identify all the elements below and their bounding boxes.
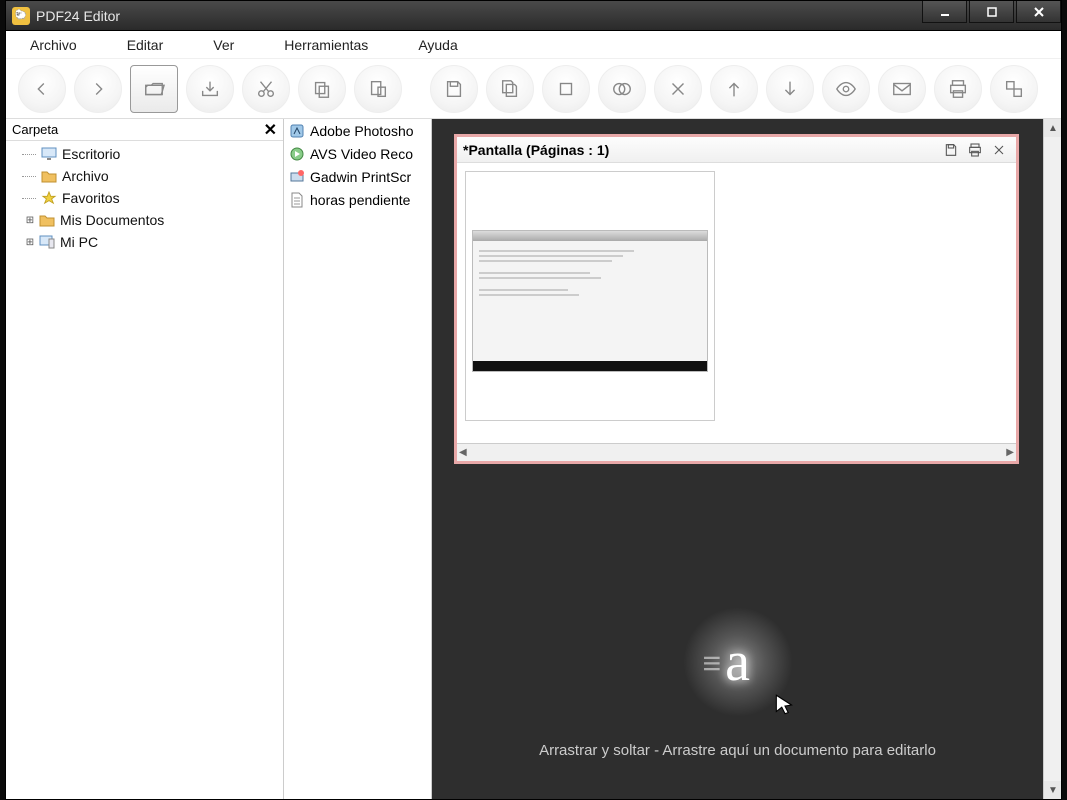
tree-mis-documentos[interactable]: ⊞ Mis Documentos (6, 209, 283, 231)
tree-label: Favoritos (62, 190, 120, 206)
expand-icon[interactable]: ⊞ (24, 215, 36, 226)
forward-button[interactable] (74, 65, 122, 113)
preview-button[interactable] (822, 65, 870, 113)
scroll-up-icon[interactable]: ▲ (1044, 119, 1061, 137)
folder-tree: Escritorio Archivo Favoritos ⊞ Mis Docum… (6, 141, 283, 255)
menu-ayuda[interactable]: Ayuda (404, 35, 471, 55)
print-button[interactable] (934, 65, 982, 113)
file-label: Adobe Photosho (310, 123, 414, 139)
cut-button[interactable] (242, 65, 290, 113)
tree-label: Mi PC (60, 234, 98, 250)
tree-label: Escritorio (62, 146, 120, 162)
doc-print-button[interactable] (964, 140, 986, 160)
toolbar (6, 59, 1061, 119)
doc-close-button[interactable] (988, 140, 1010, 160)
document-window: *Pantalla (Páginas : 1) (454, 134, 1019, 464)
app-icon (288, 145, 306, 163)
delete-button[interactable] (654, 65, 702, 113)
stop-button[interactable] (542, 65, 590, 113)
star-icon (40, 190, 58, 206)
cursor-icon (772, 692, 798, 722)
tray-button[interactable] (186, 65, 234, 113)
menu-ver[interactable]: Ver (199, 35, 248, 55)
file-label: AVS Video Reco (310, 146, 413, 162)
doc-save-button[interactable] (940, 140, 962, 160)
up-button[interactable] (710, 65, 758, 113)
window-title: PDF24 Editor (36, 8, 922, 24)
menu-herramientas[interactable]: Herramientas (270, 35, 382, 55)
open-button[interactable] (130, 65, 178, 113)
sidebar-close-icon[interactable]: ✕ (264, 120, 277, 140)
menubar: Archivo Editar Ver Herramientas Ayuda (6, 31, 1061, 59)
back-button[interactable] (18, 65, 66, 113)
document-icon (288, 191, 306, 209)
sidebar-title: Carpeta (12, 122, 264, 137)
document-body[interactable] (457, 163, 1016, 443)
menu-archivo[interactable]: Archivo (16, 35, 91, 55)
file-item[interactable]: Gadwin PrintScr (284, 165, 431, 188)
file-label: Gadwin PrintScr (310, 169, 411, 185)
vertical-scrollbar[interactable]: ▲ ▼ (1043, 119, 1061, 799)
app-window: 🐑 PDF24 Editor Archivo Editar Ver Herram… (5, 0, 1062, 800)
pc-icon (38, 234, 56, 250)
tree-favoritos[interactable]: Favoritos (6, 187, 283, 209)
document-titlebar: *Pantalla (Páginas : 1) (457, 137, 1016, 163)
drop-zone-text: Arrastrar y soltar - Arrastre aquí un do… (432, 742, 1043, 759)
overlay-button[interactable] (598, 65, 646, 113)
menu-editar[interactable]: Editar (113, 35, 178, 55)
app-icon: 🐑 (12, 7, 30, 25)
folder-sidebar: Carpeta ✕ Escritorio Archivo Favoritos ⊞ (6, 119, 284, 799)
more-button[interactable] (990, 65, 1038, 113)
sidebar-header: Carpeta ✕ (6, 119, 283, 141)
app-icon (288, 168, 306, 186)
folder-icon (40, 168, 58, 184)
file-list: Adobe Photosho AVS Video Reco Gadwin Pri… (284, 119, 432, 799)
page-thumbnail[interactable] (465, 171, 715, 421)
tree-label: Mis Documentos (60, 212, 164, 228)
email-button[interactable] (878, 65, 926, 113)
copy-button[interactable] (298, 65, 346, 113)
tree-label: Archivo (62, 168, 109, 184)
close-button[interactable] (1016, 1, 1061, 23)
document-title: *Pantalla (Páginas : 1) (463, 142, 938, 158)
preview-area[interactable]: ▲ ▼ *Pantalla (Páginas : 1) (432, 119, 1061, 799)
file-item[interactable]: Adobe Photosho (284, 119, 431, 142)
folder-icon (38, 212, 56, 228)
tree-mi-pc[interactable]: ⊞ Mi PC (6, 231, 283, 253)
tree-escritorio[interactable]: Escritorio (6, 143, 283, 165)
expand-icon[interactable]: ⊞ (24, 237, 36, 248)
drop-zone[interactable]: a Arrastrar y soltar - Arrastre aquí un … (432, 607, 1043, 759)
main-area: Carpeta ✕ Escritorio Archivo Favoritos ⊞ (6, 119, 1061, 799)
paste-button[interactable] (354, 65, 402, 113)
thumbnail-content (472, 230, 708, 372)
save-button[interactable] (430, 65, 478, 113)
save-all-button[interactable] (486, 65, 534, 113)
window-controls (922, 1, 1061, 30)
file-item[interactable]: horas pendiente (284, 188, 431, 211)
titlebar: 🐑 PDF24 Editor (6, 1, 1061, 31)
down-button[interactable] (766, 65, 814, 113)
logo-icon: a (683, 607, 793, 717)
minimize-button[interactable] (922, 1, 967, 23)
app-icon (288, 122, 306, 140)
maximize-button[interactable] (969, 1, 1014, 23)
monitor-icon (40, 146, 58, 162)
tree-archivo[interactable]: Archivo (6, 165, 283, 187)
scroll-left-icon[interactable]: ◀ (459, 447, 467, 458)
scroll-right-icon[interactable]: ▶ (1006, 447, 1014, 458)
file-label: horas pendiente (310, 192, 410, 208)
horizontal-scrollbar[interactable]: ◀ ▶ (457, 443, 1016, 461)
file-item[interactable]: AVS Video Reco (284, 142, 431, 165)
scroll-down-icon[interactable]: ▼ (1044, 781, 1061, 799)
